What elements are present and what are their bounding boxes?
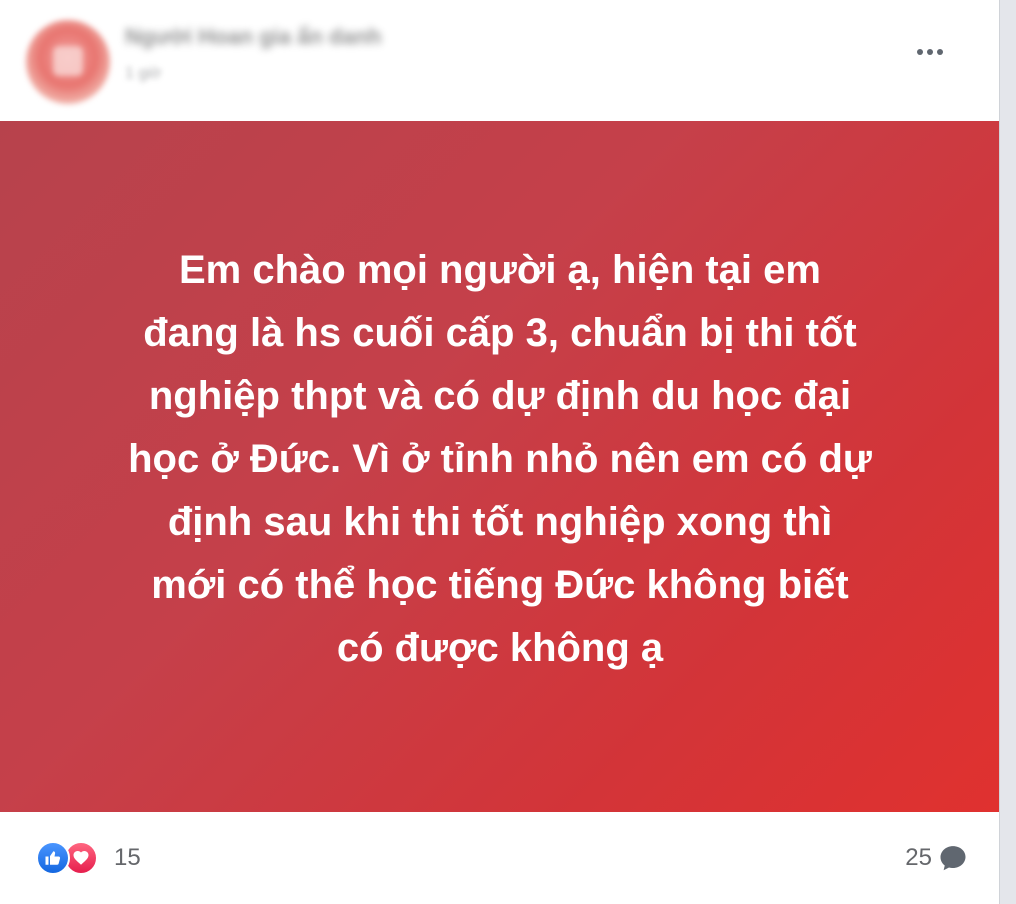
- author-name[interactable]: Người Hoan gia ẩn danh: [125, 24, 381, 50]
- post-timestamp[interactable]: 1 giờ: [125, 65, 161, 83]
- post-text-line: định sau khi thi tốt nghiệp xong thì: [167, 500, 833, 544]
- post-text-line: mới có thể học tiếng Đức không biết: [151, 563, 849, 607]
- post-card: Người Hoan gia ẩn danh 1 giờ Em chào mọi…: [0, 0, 1000, 904]
- post-text-line: nghiệp thpt và có dự định du học đại: [148, 374, 852, 418]
- comment-count: 25: [905, 844, 932, 871]
- post-body: Em chào mọi người ạ, hiện tại em đang là…: [0, 121, 999, 812]
- post-text-line: có được không ạ: [336, 626, 664, 670]
- author-avatar[interactable]: [26, 20, 110, 104]
- more-options-icon: [917, 49, 943, 55]
- like-icon: [36, 841, 70, 875]
- more-options-button[interactable]: [905, 30, 955, 74]
- post-text-line: đang là hs cuối cấp 3, chuẩn bị thi tốt: [143, 311, 857, 355]
- comment-bubble-icon: [940, 846, 966, 871]
- reaction-count: 15: [114, 844, 141, 871]
- post-footer: 15 25: [0, 812, 999, 904]
- comments-summary[interactable]: 25: [905, 840, 968, 876]
- avatar-logo: [53, 46, 83, 76]
- post-text-line: Em chào mọi người ạ, hiện tại em: [179, 248, 821, 292]
- post-text-line: học ở Đức. Vì ở tỉnh nhỏ nên em có dự: [128, 437, 872, 481]
- post-text: Em chào mọi người ạ, hiện tại em đang là…: [50, 239, 950, 680]
- post-header: Người Hoan gia ẩn danh 1 giờ: [0, 0, 999, 121]
- reactions-summary[interactable]: 15: [36, 840, 141, 876]
